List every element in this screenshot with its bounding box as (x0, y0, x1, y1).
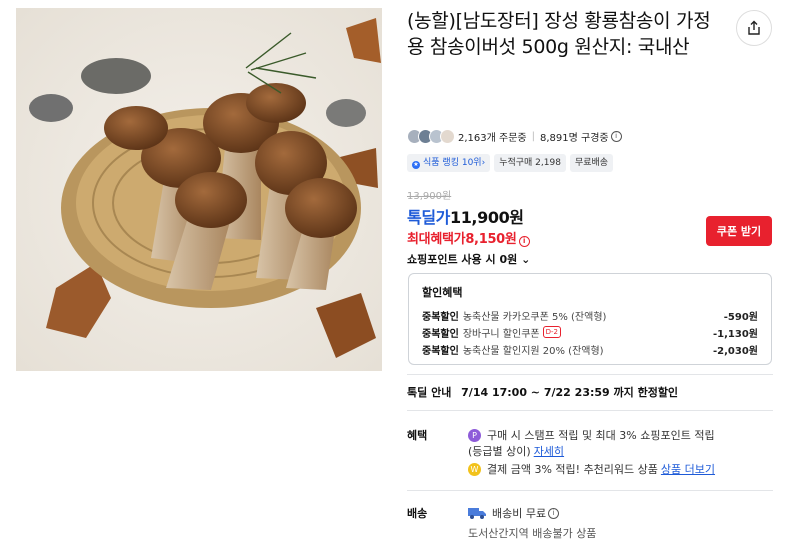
benefit-text: 구매 시 스탬프 적립 및 최대 3% 쇼핑포인트 적립 (487, 429, 715, 442)
buyer-avatars (407, 129, 455, 144)
order-stats: 2,163개 주문중 | 8,891명 구경중 i (407, 129, 622, 144)
point-coin-icon: P (468, 428, 481, 442)
chevron-down-icon: ⌄ (521, 253, 531, 266)
discount-amount: -1,130원 (713, 328, 758, 340)
benefit-line: W 결제 금액 3% 적립! 추천리워드 상품 상품 더보기 (468, 461, 715, 477)
shipping-fee: 배송비 무료 (492, 507, 547, 520)
share-icon (748, 20, 760, 35)
order-count: 2,163개 주문중 (458, 133, 527, 144)
deal-info-label: 톡딜 안내 (407, 386, 452, 399)
discount-desc: 농축산물 할인지원 20% (잔액형) (462, 345, 604, 357)
viewer-count: 8,891명 구경중 (539, 133, 609, 144)
divider (407, 374, 773, 375)
benefit-label: 혜택 (407, 429, 428, 442)
product-info: (농할)[남도장터] 장성 황룡참송이 가정용 참송이버섯 500g 원산지: … (407, 8, 777, 60)
benefit-text: 결제 금액 3% 적립! 추천리워드 상품 (487, 463, 658, 476)
divider (407, 490, 773, 491)
discount-amount: -2,030원 (713, 345, 758, 357)
max-benefit-price: 8,150원 (465, 232, 517, 247)
benefit-line: (등급별 상이) 자세히 (468, 443, 564, 459)
discount-desc: 농축산물 카카오쿠폰 5% (잔액형) (462, 311, 607, 323)
original-price: 13,900원 (407, 191, 452, 202)
deal-price: 11,900원 (449, 208, 524, 227)
discount-header: 할인혜택 (422, 286, 463, 299)
truck-icon (468, 508, 486, 519)
points-dropdown[interactable]: 쇼핑포인트 사용 시 0원 ⌄ (407, 251, 530, 267)
points-text: 쇼핑포인트 사용 시 0원 (407, 253, 518, 266)
discount-row: 중복할인 장바구니 할인쿠폰 D-2 -1,130원 (422, 324, 758, 340)
info-icon[interactable]: i (548, 507, 560, 519)
discount-row: 중복할인 농축산물 할인지원 20% (잔액형) -2,030원 (422, 341, 758, 357)
max-benefit-label: 최대혜택가 (407, 232, 466, 247)
shipping-line: 배송비 무료 i (468, 505, 560, 521)
shipping-label: 배송 (407, 507, 428, 520)
cumulative-badge: 누적구매 2,198 (494, 154, 566, 172)
days-left-badge: D-2 (542, 326, 561, 338)
discount-tag: 중복할인 (422, 345, 459, 357)
separator: | (531, 131, 535, 142)
chevron-right-icon: › (481, 158, 486, 168)
free-shipping-badge: 무료배송 (569, 154, 614, 172)
benefit-text: (등급별 상이) (468, 445, 531, 458)
benefit-line: P 구매 시 스탬프 적립 및 최대 3% 쇼핑포인트 적립 (468, 427, 715, 443)
details-link[interactable]: 자세히 (534, 443, 564, 459)
deal-info-text: 7/14 17:00 ~ 7/22 23:59 까지 한정할인 (461, 386, 679, 399)
discount-tag: 중복할인 (422, 311, 459, 323)
divider (407, 410, 773, 411)
discount-tag: 중복할인 (422, 328, 459, 340)
discount-desc: 장바구니 할인쿠폰 (462, 328, 540, 340)
deal-info: 톡딜 안내 7/14 17:00 ~ 7/22 23:59 까지 한정할인 (407, 384, 678, 400)
coupon-button[interactable]: 쿠폰 받기 (706, 216, 772, 246)
info-icon[interactable]: i (610, 131, 622, 142)
ranking-text: 식품 랭킹 10위 (423, 158, 482, 168)
max-benefit-line: 최대혜택가8,150원 i (407, 228, 530, 247)
info-icon[interactable]: i (518, 236, 530, 247)
ranking-badge[interactable]: ★ 식품 랭킹 10위› (407, 154, 491, 172)
badge-row: ★ 식품 랭킹 10위› 누적구매 2,198 무료배송 (407, 154, 614, 172)
discount-row: 중복할인 농축산물 카카오쿠폰 5% (잔액형) -590원 (422, 307, 758, 323)
product-image[interactable] (16, 8, 382, 371)
ranking-icon: ★ (412, 161, 420, 169)
shipping-note: 도서산간지역 배송불가 상품 (468, 527, 597, 540)
deal-price-label: 톡딜가 (407, 208, 450, 227)
more-products-link[interactable]: 상품 더보기 (661, 461, 715, 477)
product-title: (농할)[남도장터] 장성 황룡참송이 가정용 참송이버섯 500g 원산지: … (407, 10, 711, 58)
reward-coin-icon: W (468, 462, 481, 476)
discount-amount: -590원 (723, 311, 758, 323)
share-button[interactable] (736, 10, 772, 46)
discount-box: 할인혜택 중복할인 농축산물 카카오쿠폰 5% (잔액형) -590원 중복할인… (408, 273, 772, 365)
deal-price-line: 톡딜가11,900원 (407, 204, 524, 228)
avatar (440, 129, 455, 144)
